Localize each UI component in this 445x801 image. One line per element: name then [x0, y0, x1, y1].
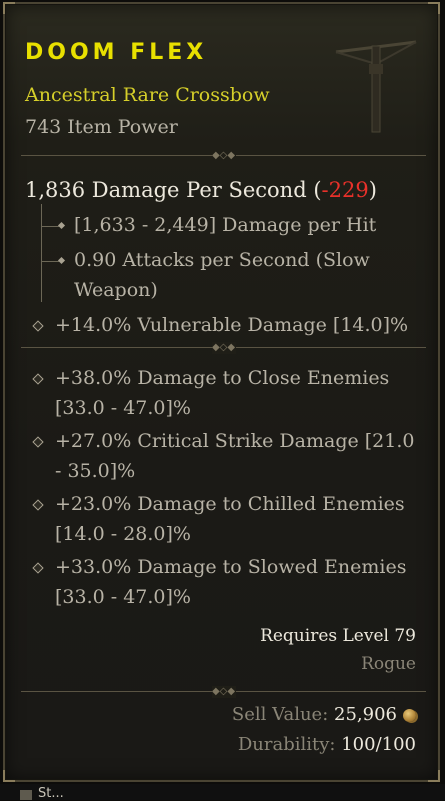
dps-line: 1,836 Damage Per Second (-229) — [25, 178, 377, 202]
level-requirement: Requires Level 79 — [260, 626, 416, 646]
affix-line: +33.0% Damage to Slowed Enemies [33.0 - … — [55, 556, 407, 608]
sell-value: Sell Value: 25,906 — [232, 704, 416, 725]
corner-ornament — [3, 2, 15, 14]
item-type: Ancestral Rare Crossbow — [25, 84, 270, 106]
durability-label: Durability: — [237, 734, 336, 755]
corner-ornament — [428, 2, 440, 14]
bullet-icon — [32, 562, 44, 574]
dps-change: -229 — [321, 178, 369, 202]
attacks-per-second: 0.90 Attacks per Second (Slow Weapon) — [74, 249, 370, 301]
bottom-label: St... — [38, 786, 64, 801]
bullet-icon — [32, 320, 44, 332]
section-divider: ◆◇◆ — [21, 342, 426, 354]
bullet-icon — [57, 221, 66, 230]
bullet-icon — [32, 499, 44, 511]
tree-branch — [41, 226, 59, 227]
item-tooltip: DOOM FLEX Ancestral Rare Crossbow 743 It… — [3, 2, 440, 782]
sell-amount: 25,906 — [334, 704, 397, 725]
bar-icon — [20, 790, 32, 800]
corner-ornament — [428, 770, 440, 782]
affix-line: +23.0% Damage to Chilled Enemies [14.0 -… — [55, 493, 405, 545]
item-power: 743 Item Power — [25, 116, 178, 138]
durability: Durability: 100/100 — [238, 734, 416, 755]
stat-tree-line — [41, 204, 42, 302]
tree-branch — [41, 261, 59, 262]
affix-line: +38.0% Damage to Close Enemies [33.0 - 4… — [55, 367, 390, 419]
sell-label: Sell Value: — [231, 704, 329, 725]
durability-value: 100/100 — [341, 734, 416, 755]
dps-value: 1,836 Damage Per Second — [25, 178, 307, 202]
dps-change-close: ) — [368, 178, 377, 202]
bullet-icon — [32, 373, 44, 385]
dps-change-open: ( — [313, 178, 322, 202]
damage-per-hit: [1,633 - 2,449] Damage per Hit — [74, 214, 377, 236]
implicit-affix: +14.0% Vulnerable Damage [14.0]% — [55, 314, 409, 336]
gold-coin-icon — [403, 708, 416, 722]
bullet-icon — [57, 256, 66, 265]
affix-line: +27.0% Critical Strike Damage [21.0 - 35… — [55, 430, 415, 482]
crossbow-icon — [335, 40, 417, 133]
class-requirement: Rogue — [361, 654, 416, 674]
section-divider: ◆◇◆ — [21, 686, 426, 698]
bottom-bar — [0, 784, 445, 800]
section-divider: ◆◇◆ — [21, 150, 426, 162]
bullet-icon — [32, 436, 44, 448]
item-name: DOOM FLEX — [25, 40, 208, 65]
corner-ornament — [3, 770, 15, 782]
